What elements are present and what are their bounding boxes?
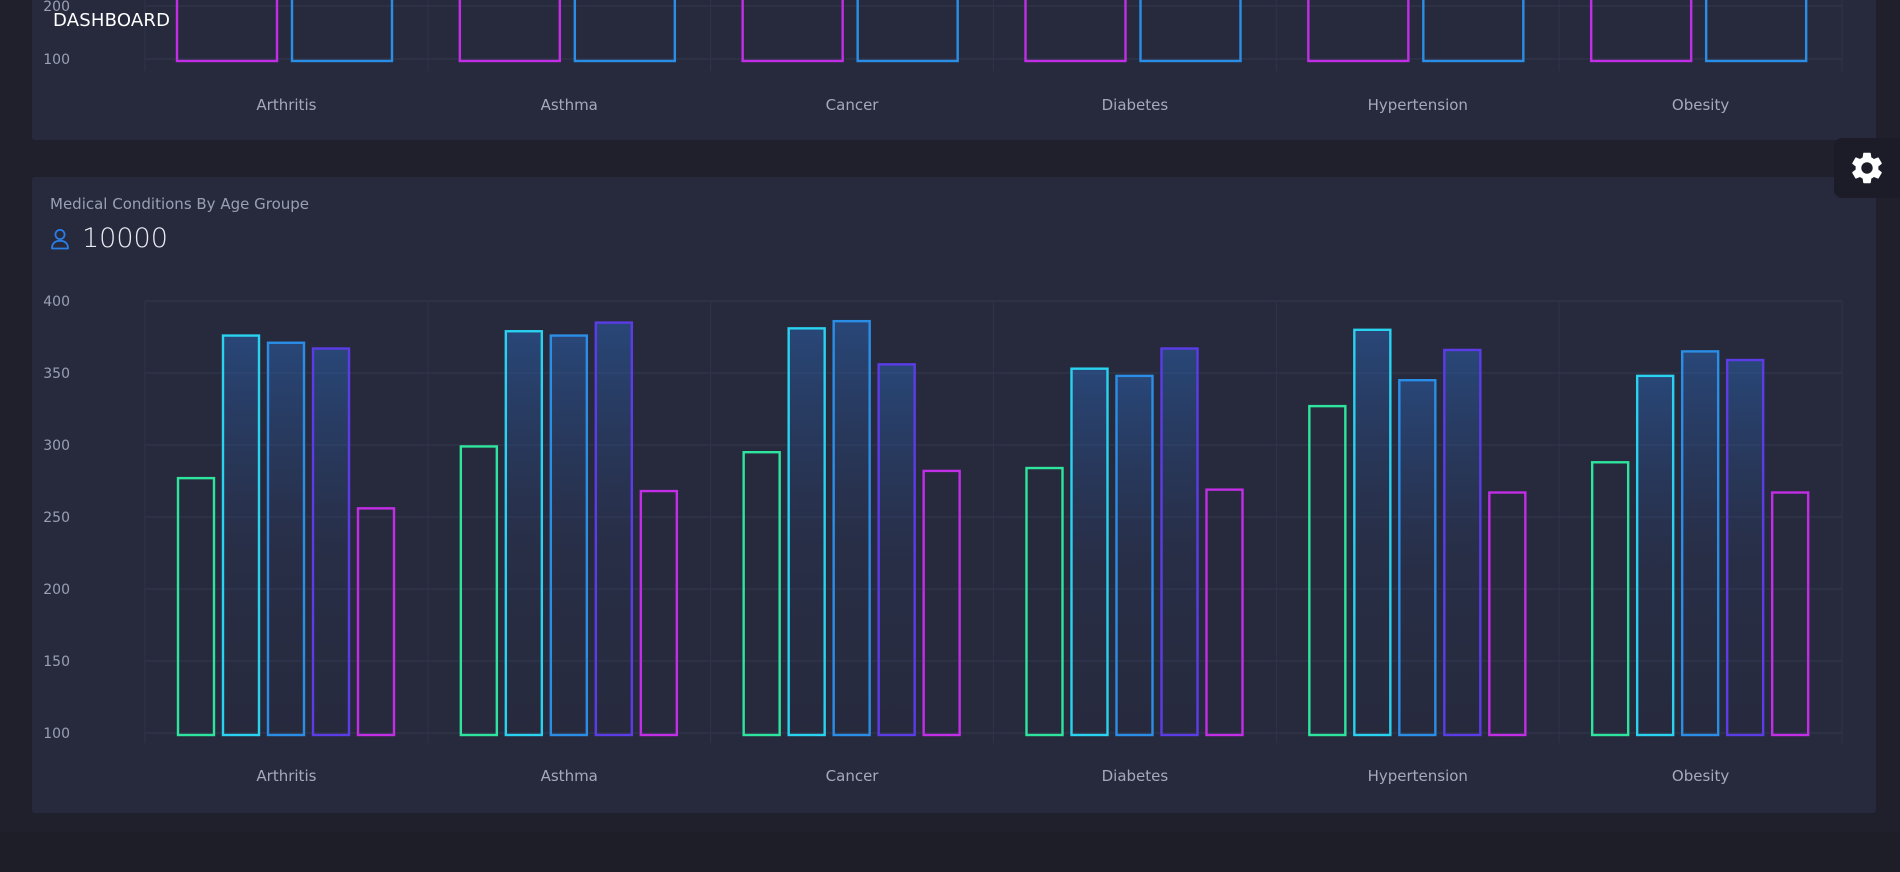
- y-tick-label: 100: [43, 726, 70, 742]
- bar-fill: [877, 364, 916, 733]
- bar: [1770, 491, 1810, 737]
- bar-fill: [312, 348, 350, 733]
- y-tick-label: 350: [43, 366, 70, 382]
- bar: [1307, 0, 1410, 63]
- bar: [922, 469, 961, 737]
- x-tick-label: Cancer: [826, 96, 880, 114]
- top-chart-card: 200 100 Arthritis Asthma Cancer Diabetes Hyper…: [32, 0, 1876, 140]
- bar: [573, 0, 677, 63]
- bar-fill: [1353, 329, 1392, 733]
- bar: [1024, 0, 1127, 63]
- bar: [1139, 0, 1242, 63]
- bar-fill: [549, 335, 588, 733]
- bar-fill: [1726, 360, 1765, 733]
- bar-fill: [1398, 380, 1437, 733]
- bar: [742, 451, 781, 737]
- x-tick-label: Asthma: [541, 96, 598, 114]
- bar-fill: [1160, 348, 1199, 733]
- bar-fill: [594, 322, 633, 733]
- x-tick-label: Arthritis: [256, 767, 316, 785]
- bar-fill: [787, 328, 826, 733]
- bar-fill: [1443, 349, 1482, 733]
- y-tick-label: 300: [43, 438, 70, 454]
- bar: [1488, 491, 1527, 737]
- x-tick-label: Hypertension: [1368, 96, 1468, 114]
- bar: [1205, 488, 1244, 737]
- top-bar-chart: 200100Arthritis Asthma Cancer Diabetes Hyper…: [43, 0, 1843, 114]
- y-tick-label: 400: [43, 294, 70, 310]
- bar-fill: [832, 321, 871, 733]
- bar: [1422, 0, 1525, 63]
- bar: [290, 0, 394, 63]
- page-title: DASHBOARD: [53, 10, 171, 31]
- y-tick-label: 150: [43, 654, 70, 670]
- bar: [1704, 0, 1808, 63]
- bar: [1590, 461, 1630, 737]
- x-tick-label: Obesity: [1672, 96, 1729, 114]
- page-footer-area: [0, 832, 1900, 872]
- x-tick-label: Diabetes: [1102, 96, 1169, 114]
- bar-fill: [1115, 375, 1154, 733]
- bar-fill: [504, 331, 543, 733]
- bar: [1308, 404, 1347, 737]
- bar: [856, 0, 959, 63]
- age-group-bar-chart: 100 150 200 250 300 350 400 Arthritis Asthma Canc…: [43, 294, 1843, 785]
- y-tick-label: 200: [43, 582, 70, 598]
- x-tick-label: Diabetes: [1102, 767, 1169, 785]
- bar-fill: [267, 342, 305, 733]
- x-tick-label: Obesity: [1672, 767, 1729, 785]
- bar-fill: [1636, 375, 1675, 733]
- x-tick-label: Asthma: [541, 767, 598, 785]
- bar: [741, 0, 844, 63]
- bar: [1589, 0, 1693, 63]
- bar: [175, 0, 279, 63]
- gear-icon: [1852, 152, 1882, 184]
- bar: [1025, 466, 1064, 737]
- x-tick-label: Arthritis: [256, 96, 316, 114]
- medical-conditions-card: Medical Conditions By Age Groupe 10000 1…: [32, 177, 1876, 813]
- bar-fill: [1070, 368, 1109, 733]
- x-tick-label: Hypertension: [1368, 767, 1468, 785]
- bar-fill: [222, 335, 260, 733]
- y-tick-label: 250: [43, 510, 70, 526]
- settings-button[interactable]: [1834, 138, 1900, 198]
- bar: [458, 0, 562, 63]
- x-tick-label: Cancer: [826, 767, 880, 785]
- bar: [356, 507, 396, 737]
- y-tick-label: 100: [43, 52, 70, 68]
- bar-fill: [1681, 351, 1720, 733]
- bar: [459, 445, 499, 737]
- bar: [639, 489, 679, 737]
